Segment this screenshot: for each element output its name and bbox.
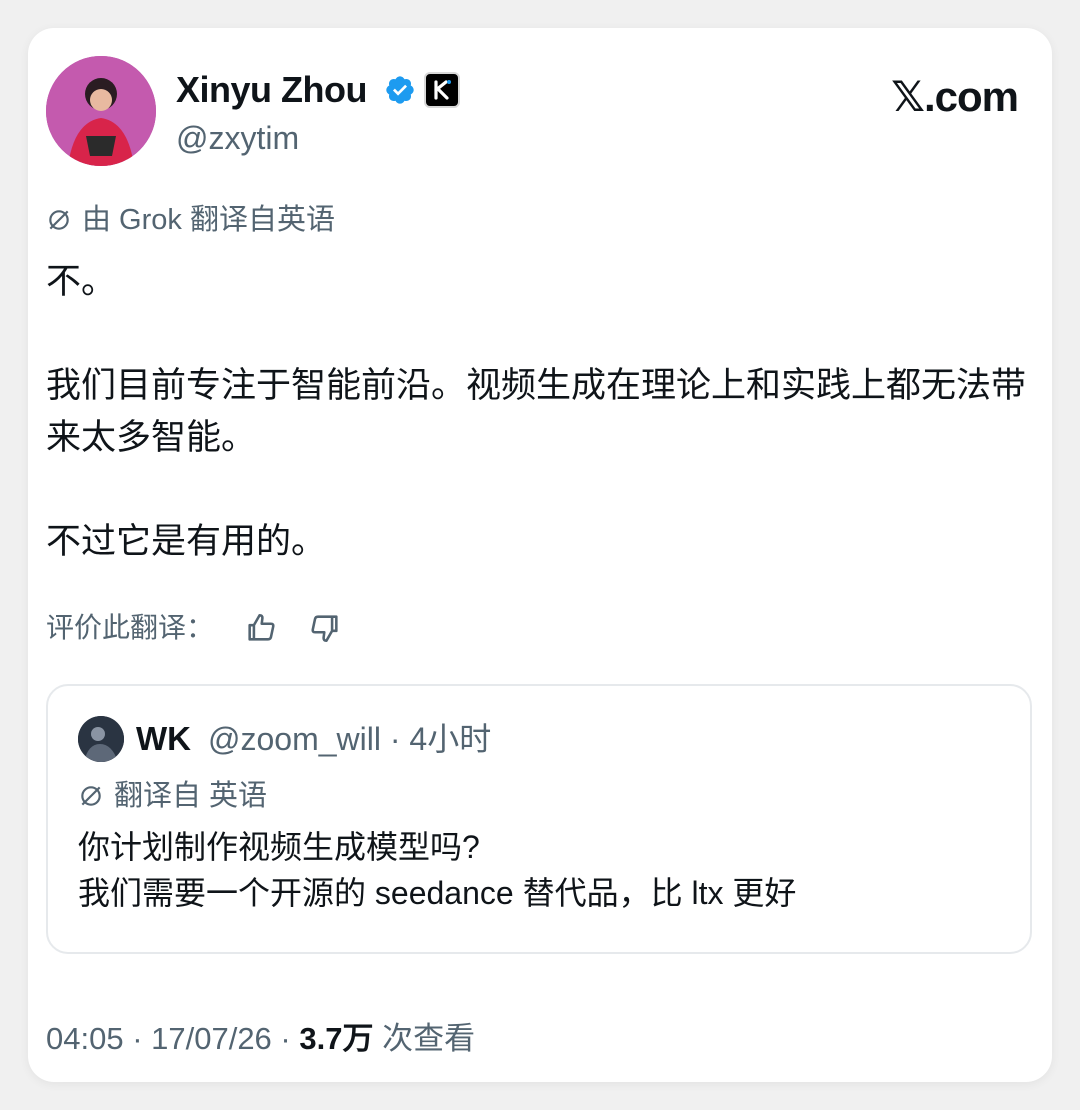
author-name[interactable]: Xinyu Zhou xyxy=(176,68,367,112)
grok-slash-icon xyxy=(49,210,69,230)
translation-note-text: 由 Grok 翻译自英语 xyxy=(82,204,335,236)
author-handle[interactable]: @zxytim xyxy=(176,118,299,158)
quoted-author-name[interactable]: WK xyxy=(136,718,191,760)
quoted-author-avatar[interactable] xyxy=(78,716,124,762)
kimi-k-logo-icon[interactable] xyxy=(424,72,460,108)
quoted-translation-note[interactable]: 翻译自 英语 xyxy=(78,776,267,816)
x-com-logo: 𝕏.com xyxy=(891,73,1019,120)
thumbs-down-icon[interactable] xyxy=(308,611,342,645)
author-avatar[interactable] xyxy=(46,56,156,166)
quoted-tweet-text: 你计划制作视频生成模型吗? 我们需要一个开源的 seedance 替代品，比 l… xyxy=(78,824,998,916)
quoted-author-meta: @zoom_will · 4小时 xyxy=(208,721,492,757)
quoted-tweet[interactable]: WK @zoom_will · 4小时 翻译自 英语 你计划制作视频生成模型吗?… xyxy=(46,684,1032,954)
quoted-tweet-line: 我们需要一个开源的 seedance 替代品，比 ltx 更好 xyxy=(78,875,797,911)
translation-note[interactable]: 由 Grok 翻译自英语 xyxy=(46,200,335,240)
avatar-photo xyxy=(46,56,156,166)
quoted-translation-note-text: 翻译自 英语 xyxy=(114,780,268,812)
tweet-paragraph: 我们目前专注于智能前沿。视频生成在理论上和实践上都无法带来太多智能。 xyxy=(46,366,1027,457)
quoted-tweet-line: 你计划制作视频生成模型吗? xyxy=(78,829,480,865)
verified-badge-icon xyxy=(386,76,414,104)
rate-translation: 评价此翻译： xyxy=(46,608,342,648)
tweet-footer: 04:05 · 17/07/26 · 3.7万 次查看 xyxy=(46,1018,475,1060)
tweet-paragraph: 不过它是有用的。 xyxy=(46,522,327,561)
tweet-text: 不。 我们目前专注于智能前沿。视频生成在理论上和实践上都无法带来太多智能。 不过… xyxy=(46,256,1036,568)
thumbs-up-icon[interactable] xyxy=(244,611,278,645)
view-count-label: 次查看 xyxy=(373,1021,476,1056)
rate-translation-label: 评价此翻译： xyxy=(46,612,215,643)
grok-slash-icon xyxy=(81,786,101,806)
tweet-timestamp[interactable]: 04:05 · 17/07/26 · xyxy=(46,1021,299,1056)
view-count: 3.7万 xyxy=(299,1021,374,1056)
tweet-paragraph: 不。 xyxy=(46,262,117,301)
tweet-card: Xinyu Zhou @zxytim 𝕏.com 由 Grok 翻译自英语 不。… xyxy=(28,28,1052,1082)
